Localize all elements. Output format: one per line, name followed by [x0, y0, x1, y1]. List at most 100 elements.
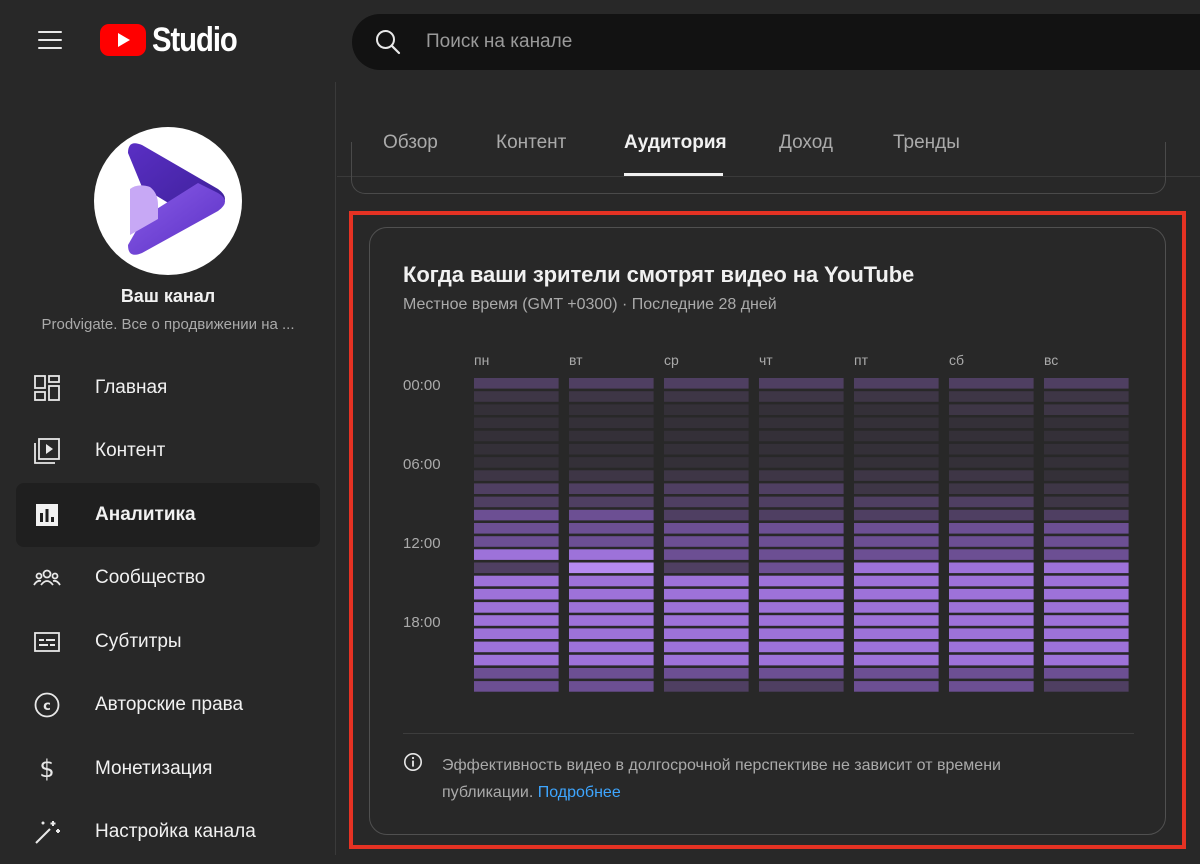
heatmap-cell[interactable] [759, 483, 844, 494]
heatmap-cell[interactable] [569, 602, 654, 613]
heatmap-cell[interactable] [474, 589, 559, 600]
heatmap-cell[interactable] [854, 391, 939, 402]
heatmap-cell[interactable] [1044, 642, 1129, 653]
heatmap-cell[interactable] [474, 668, 559, 679]
heatmap-cell[interactable] [474, 536, 559, 547]
sidebar-item-subtitles[interactable]: Субтитры [16, 610, 320, 674]
heatmap-cell[interactable] [664, 536, 749, 547]
heatmap-cell[interactable] [759, 563, 844, 574]
heatmap-cell[interactable] [759, 668, 844, 679]
heatmap-cell[interactable] [664, 668, 749, 679]
heatmap-cell[interactable] [949, 431, 1034, 442]
heatmap-cell[interactable] [474, 655, 559, 666]
heatmap-cell[interactable] [759, 404, 844, 415]
heatmap-cell[interactable] [1044, 576, 1129, 587]
heatmap-cell[interactable] [759, 457, 844, 468]
heatmap-cell[interactable] [569, 536, 654, 547]
heatmap-cell[interactable] [949, 444, 1034, 455]
info-icon[interactable] [403, 752, 423, 772]
heatmap-cell[interactable] [569, 444, 654, 455]
heatmap-cell[interactable] [854, 523, 939, 534]
heatmap-cell[interactable] [474, 549, 559, 560]
heatmap-cell[interactable] [854, 549, 939, 560]
heatmap-cell[interactable] [1044, 655, 1129, 666]
heatmap-cell[interactable] [569, 668, 654, 679]
heatmap-cell[interactable] [949, 589, 1034, 600]
heatmap-cell[interactable] [664, 470, 749, 481]
channel-avatar[interactable] [94, 127, 242, 275]
heatmap-cell[interactable] [569, 497, 654, 508]
heatmap-cell[interactable] [474, 483, 559, 494]
heatmap-cell[interactable] [569, 681, 654, 692]
heatmap-cell[interactable] [664, 378, 749, 389]
heatmap-cell[interactable] [664, 391, 749, 402]
heatmap-cell[interactable] [759, 576, 844, 587]
heatmap-cell[interactable] [759, 418, 844, 429]
heatmap-cell[interactable] [664, 589, 749, 600]
heatmap-cell[interactable] [569, 457, 654, 468]
heatmap-cell[interactable] [1044, 431, 1129, 442]
heatmap-cell[interactable] [474, 602, 559, 613]
heatmap-cell[interactable] [949, 681, 1034, 692]
heatmap-cell[interactable] [1044, 444, 1129, 455]
heatmap-cell[interactable] [474, 497, 559, 508]
heatmap-cell[interactable] [569, 589, 654, 600]
heatmap-cell[interactable] [664, 628, 749, 639]
heatmap-cell[interactable] [664, 549, 749, 560]
heatmap-cell[interactable] [664, 431, 749, 442]
heatmap-cell[interactable] [949, 642, 1034, 653]
heatmap-cell[interactable] [854, 497, 939, 508]
heatmap-cell[interactable] [949, 378, 1034, 389]
heatmap-cell[interactable] [854, 470, 939, 481]
heatmap-cell[interactable] [1044, 510, 1129, 521]
heatmap-cell[interactable] [664, 523, 749, 534]
heatmap-cell[interactable] [569, 404, 654, 415]
heatmap-cell[interactable] [569, 378, 654, 389]
heatmap-cell[interactable] [854, 510, 939, 521]
heatmap-cell[interactable] [854, 681, 939, 692]
heatmap-cell[interactable] [854, 615, 939, 626]
heatmap-cell[interactable] [949, 418, 1034, 429]
heatmap-cell[interactable] [759, 536, 844, 547]
heatmap-cell[interactable] [949, 563, 1034, 574]
heatmap-cell[interactable] [664, 418, 749, 429]
heatmap-cell[interactable] [1044, 563, 1129, 574]
heatmap-cell[interactable] [474, 615, 559, 626]
heatmap-cell[interactable] [854, 483, 939, 494]
heatmap-cell[interactable] [1044, 681, 1129, 692]
heatmap-cell[interactable] [854, 404, 939, 415]
heatmap-cell[interactable] [569, 418, 654, 429]
heatmap-cell[interactable] [759, 642, 844, 653]
heatmap-cell[interactable] [569, 510, 654, 521]
sidebar-item-community[interactable]: Сообщество [16, 547, 320, 611]
heatmap-cell[interactable] [759, 681, 844, 692]
heatmap-cell[interactable] [569, 615, 654, 626]
sidebar-item-customization[interactable]: Настройка канала [16, 801, 320, 864]
heatmap-cell[interactable] [664, 655, 749, 666]
heatmap-cell[interactable] [854, 431, 939, 442]
heatmap-cell[interactable] [759, 628, 844, 639]
heatmap-cell[interactable] [664, 483, 749, 494]
heatmap-cell[interactable] [949, 576, 1034, 587]
heatmap-cell[interactable] [474, 523, 559, 534]
heatmap-cell[interactable] [1044, 378, 1129, 389]
heatmap-cell[interactable] [474, 681, 559, 692]
heatmap-cell[interactable] [759, 431, 844, 442]
channel-name[interactable]: Ваш канал [0, 286, 336, 307]
heatmap-cell[interactable] [1044, 589, 1129, 600]
heatmap-cell[interactable] [759, 497, 844, 508]
heatmap-cell[interactable] [569, 431, 654, 442]
heatmap-cell[interactable] [1044, 536, 1129, 547]
heatmap-cell[interactable] [759, 589, 844, 600]
heatmap-cell[interactable] [664, 444, 749, 455]
heatmap-cell[interactable] [1044, 549, 1129, 560]
heatmap-cell[interactable] [759, 523, 844, 534]
heatmap-cell[interactable] [569, 642, 654, 653]
heatmap-cell[interactable] [759, 470, 844, 481]
heatmap-cell[interactable] [949, 483, 1034, 494]
sidebar-item-copyright[interactable]: c Авторские права [16, 674, 320, 738]
heatmap-cell[interactable] [759, 549, 844, 560]
heatmap-cell[interactable] [854, 444, 939, 455]
heatmap-cell[interactable] [949, 404, 1034, 415]
heatmap-cell[interactable] [474, 642, 559, 653]
